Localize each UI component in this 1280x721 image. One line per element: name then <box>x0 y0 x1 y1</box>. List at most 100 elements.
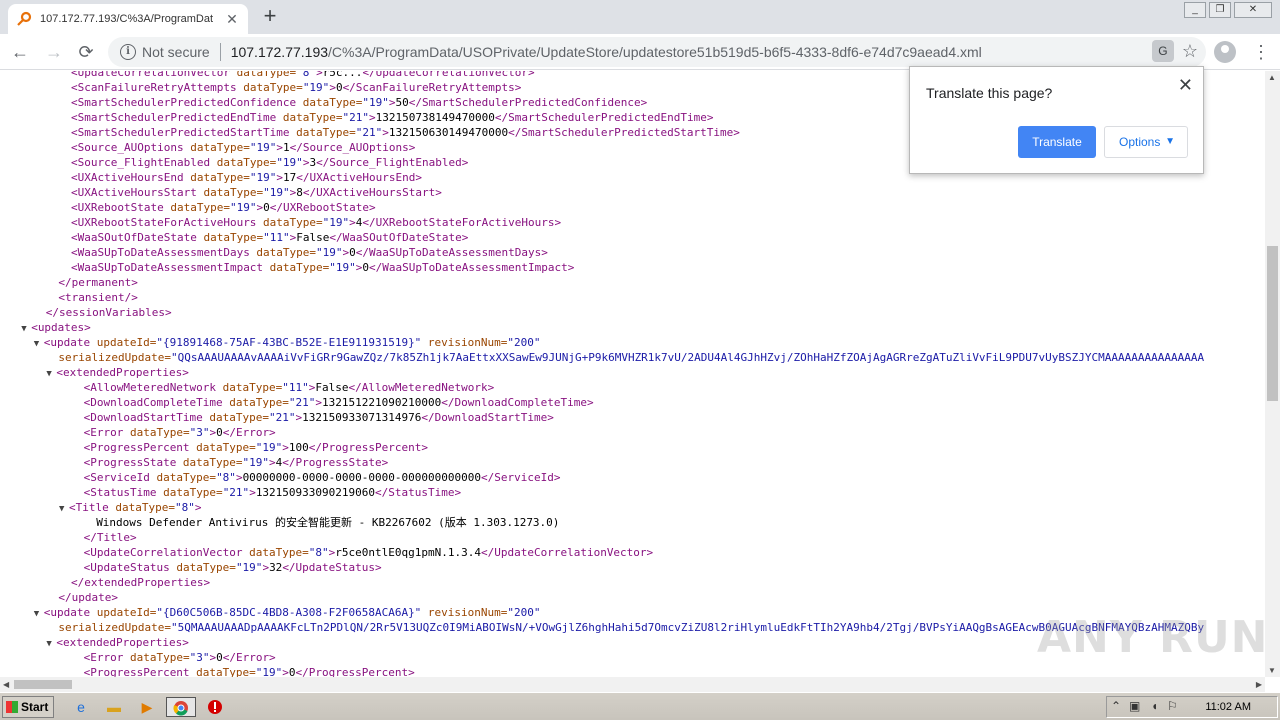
xml-attribute: revisionNum= <box>421 606 508 619</box>
chrome-taskbar-icon[interactable] <box>166 697 196 717</box>
xml-closing-tag: </StatusTime> <box>375 486 462 499</box>
bookmark-star-icon[interactable]: ☆ <box>1182 40 1198 62</box>
horizontal-scroll-thumb[interactable] <box>14 680 72 689</box>
xml-attribute: revisionNum= <box>421 336 508 349</box>
antivirus-icon[interactable] <box>204 697 226 717</box>
horizontal-scrollbar[interactable]: ◀ ▶ <box>0 677 1265 692</box>
menu-icon[interactable]: ⋮ <box>1252 40 1270 64</box>
xml-closing-tag: </Source_AUOptions> <box>289 141 416 154</box>
collapse-triangle-icon[interactable]: ▼ <box>21 322 31 337</box>
tray-expand-icon[interactable]: ⌃ <box>1111 699 1121 713</box>
xml-closing-tag: </update> <box>58 591 118 604</box>
xml-attribute-value: "19" <box>255 666 283 677</box>
xml-line: <ScanFailureRetryAttempts dataType="19">… <box>71 80 521 95</box>
xml-line: <SmartSchedulerPredictedStartTime dataTy… <box>71 125 740 140</box>
xml-attribute: dataType= <box>296 96 363 109</box>
folder-icon[interactable]: ▬ <box>103 697 125 717</box>
xml-line: <UXActiveHoursStart dataType="19">8</UXA… <box>71 185 442 200</box>
xml-attribute-value: "19" <box>249 141 277 154</box>
ie-icon[interactable]: e <box>70 697 92 717</box>
xml-attribute-value: "19" <box>316 246 343 259</box>
scroll-up-icon[interactable]: ▲ <box>1268 73 1276 82</box>
translate-icon[interactable]: G <box>1151 40 1174 62</box>
xml-line: ▼ <update updateId="{D60C506B-85DC-4BD8-A… <box>34 605 541 620</box>
collapse-triangle-icon[interactable]: ▼ <box>46 637 56 652</box>
browser-tab[interactable]: 107.172.77.193/C%3A/ProgramDat ✕ <box>8 4 248 34</box>
xml-closing-tag: </UpdateCorrelationVector> <box>362 71 535 79</box>
xml-tag-name: StatusTime <box>90 486 157 499</box>
vertical-scrollbar[interactable]: ▲ ▼ <box>1265 71 1280 677</box>
xml-tag-name: SmartSchedulerPredictedStartTime <box>77 126 290 139</box>
xml-attribute-value: "200" <box>507 606 541 619</box>
translate-button[interactable]: Translate <box>1018 126 1096 158</box>
anyrun-watermark: ANY RUN <box>1037 612 1269 663</box>
xml-tag-name: AllowMeteredNetwork <box>90 381 217 394</box>
start-label: Start <box>21 700 49 714</box>
collapse-triangle-icon[interactable]: ▼ <box>59 502 69 517</box>
collapse-triangle-icon[interactable]: ▼ <box>34 337 44 352</box>
xml-attribute: dataType= <box>242 546 309 559</box>
scroll-right-icon[interactable]: ▶ <box>1256 680 1262 689</box>
xml-bracket: < <box>71 126 78 139</box>
security-label[interactable]: Not secure <box>142 44 210 60</box>
collapse-triangle-icon[interactable]: ▼ <box>34 607 44 622</box>
vertical-scroll-thumb[interactable] <box>1267 246 1278 401</box>
window-close-button[interactable]: ✕ <box>1234 2 1272 18</box>
xml-bracket: > <box>369 111 376 124</box>
action-center-flag-icon[interactable]: ⚐ <box>1167 699 1178 713</box>
scroll-left-icon[interactable]: ◀ <box>3 680 9 689</box>
xml-line: ▼ <extendedProperties> <box>46 365 188 380</box>
collapse-triangle-icon[interactable]: ▼ <box>46 367 56 382</box>
xml-attribute: dataType= <box>169 561 236 574</box>
info-icon[interactable]: i <box>120 44 136 60</box>
xml-text: Windows Defender Antivirus 的安全智能更新 - KB2… <box>96 516 560 529</box>
xml-attribute-value: "19" <box>362 96 389 109</box>
address-bar[interactable]: i Not secure 107.172.77.193/C%3A/Program… <box>108 37 1206 67</box>
xml-attribute-value: "19" <box>263 186 290 199</box>
xml-tag-name: Error <box>90 651 124 664</box>
xml-closing-tag: </ProgressPercent> <box>295 666 415 677</box>
xml-closing-tag: </sessionVariables> <box>45 306 172 319</box>
xml-line: <StatusTime dataType="21">13215093309021… <box>84 485 462 500</box>
reload-button[interactable]: ⟳ <box>74 40 98 64</box>
volume-icon[interactable]: ◖ <box>1151 699 1158 713</box>
xml-line: <Source_FlightEnabled dataType="19">3</S… <box>71 155 468 170</box>
minimize-button[interactable]: _ <box>1184 2 1206 18</box>
xml-attribute: dataType= <box>276 111 343 124</box>
xml-closing-tag: </Error> <box>222 651 276 664</box>
network-icon[interactable]: ▣ <box>1129 699 1140 713</box>
xml-tag-name: DownloadCompleteTime <box>90 396 223 409</box>
xml-bracket: < <box>71 111 78 124</box>
start-button[interactable]: Start <box>2 696 54 718</box>
xml-tag-name: WaaSUpToDateAssessmentImpact <box>77 261 264 274</box>
xml-closing-tag: </ScanFailureRetryAttempts> <box>342 81 522 94</box>
xml-attribute: dataType= <box>149 471 217 484</box>
scroll-down-icon[interactable]: ▼ <box>1268 666 1276 675</box>
xml-bracket: > <box>382 126 389 139</box>
profile-avatar-icon[interactable] <box>1214 41 1236 63</box>
url-host: 107.172.77.193 <box>230 44 329 60</box>
back-button[interactable]: ← <box>8 40 32 64</box>
url-text[interactable]: 107.172.77.193/C%3A/ProgramData/USOPriva… <box>231 44 982 60</box>
xml-text: 1 <box>282 141 290 154</box>
new-tab-button[interactable]: + <box>258 5 282 29</box>
translate-popup: Translate this page? ✕ Translate Options… <box>909 66 1204 174</box>
media-player-icon[interactable]: ▶ <box>136 697 158 717</box>
xml-tag-name: UpdateStatus <box>90 561 170 574</box>
xml-attribute-value: "19" <box>329 261 356 274</box>
xml-bracket: < <box>71 81 78 94</box>
tab-close-icon[interactable]: ✕ <box>224 11 240 28</box>
xml-bracket: < <box>71 246 78 259</box>
xml-tag-name: updates <box>37 321 85 334</box>
xml-attribute: dataType= <box>183 141 250 154</box>
xml-attribute: dataType= <box>210 156 277 169</box>
restore-button[interactable]: ❐ <box>1209 2 1231 18</box>
xml-text: 0 <box>349 246 356 259</box>
popup-close-icon[interactable]: ✕ <box>1178 75 1193 96</box>
xml-bracket: < <box>69 501 76 514</box>
xml-attribute-value: "{D60C506B-85DC-4BD8-A308-F2F0658ACA6A}" <box>156 606 422 619</box>
options-button[interactable]: Options ▼ <box>1104 126 1188 158</box>
xml-attribute-value: "200" <box>507 336 541 349</box>
forward-button[interactable]: → <box>42 40 66 64</box>
xml-attribute-value: "21" <box>355 126 383 139</box>
